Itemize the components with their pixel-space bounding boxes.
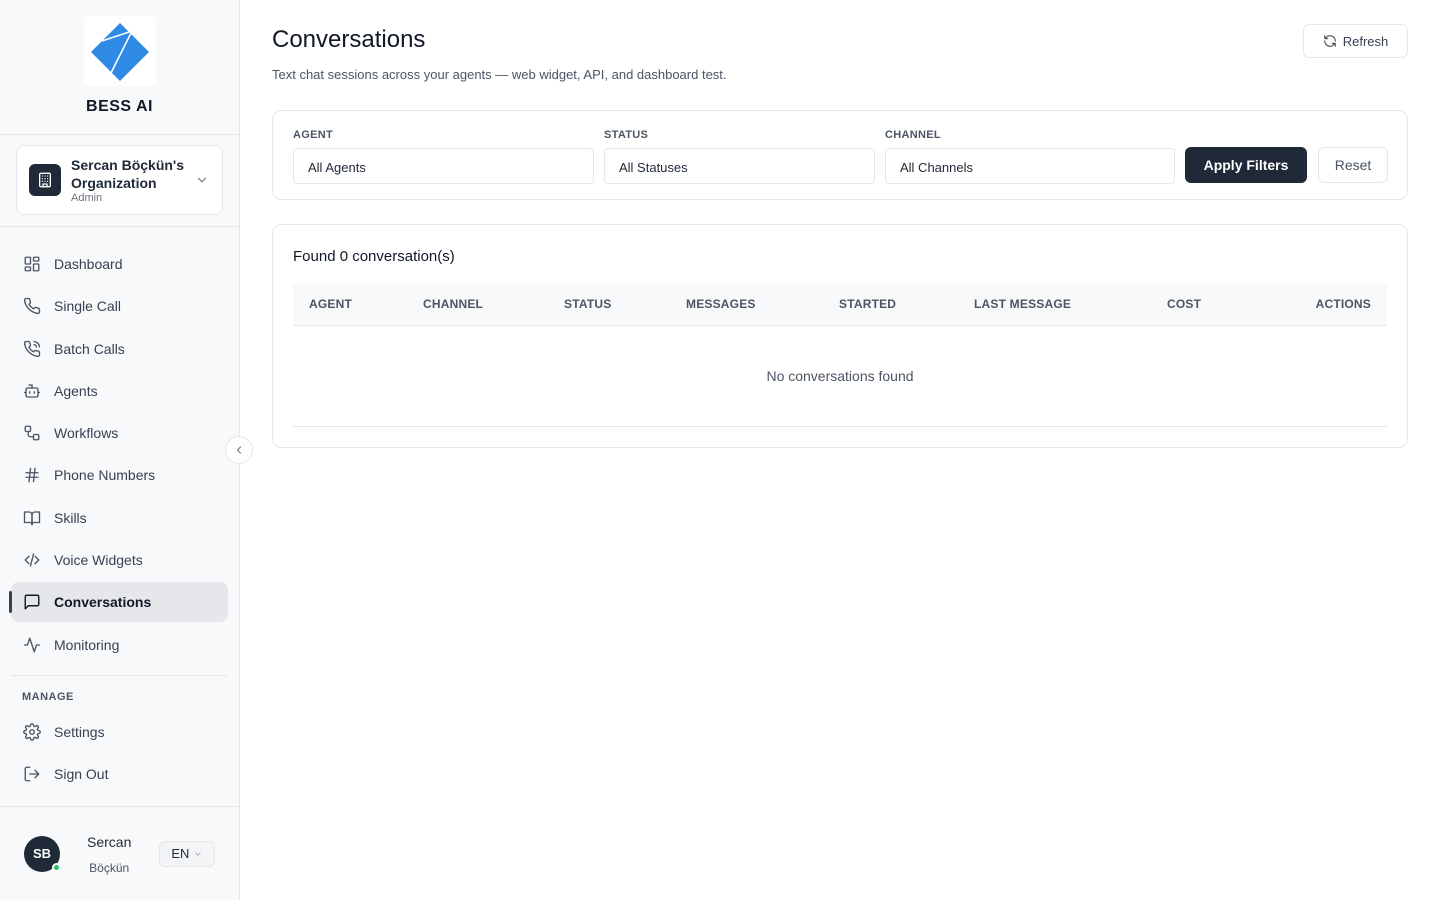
chevron-left-icon bbox=[236, 446, 242, 454]
nav-item-agents[interactable]: Agents bbox=[11, 371, 228, 411]
column-header-messages[interactable]: MESSAGES bbox=[686, 297, 756, 311]
org-switcher[interactable]: Sercan Böçkün's Organization Admin bbox=[16, 145, 223, 215]
column-header-status[interactable]: STATUS bbox=[564, 297, 611, 311]
nav-item-settings[interactable]: Settings bbox=[11, 712, 228, 752]
page-title: Conversations bbox=[272, 26, 426, 53]
brand-name: BESS AI bbox=[86, 98, 153, 115]
nav-item-workflows[interactable]: Workflows bbox=[11, 413, 228, 453]
nav-item-dashboard[interactable]: Dashboard bbox=[11, 244, 228, 284]
org-name: Sercan Böçkün's Organization bbox=[71, 156, 185, 191]
online-status-dot bbox=[52, 862, 61, 872]
column-header-cost[interactable]: COST bbox=[1167, 297, 1201, 311]
column-header-channel[interactable]: CHANNEL bbox=[423, 297, 483, 311]
sidebar: BESS AI Sercan Böçkün's Organization Adm… bbox=[0, 0, 240, 900]
brand: BESS AI bbox=[0, 0, 239, 135]
agent-select[interactable]: All Agents bbox=[293, 148, 594, 184]
empty-state-message: No conversations found bbox=[766, 368, 914, 384]
manage-nav: Settings Sign Out bbox=[0, 712, 239, 794]
nav-label: Conversations bbox=[54, 594, 152, 611]
column-header-agent[interactable]: AGENT bbox=[309, 297, 352, 311]
column-header-last-message[interactable]: LAST MESSAGE bbox=[974, 297, 1071, 311]
status-filter: STATUS All Statuses bbox=[604, 129, 875, 184]
avatar-initials: SB bbox=[32, 846, 52, 861]
language-value: EN bbox=[171, 846, 190, 861]
nav-label: Sign Out bbox=[54, 765, 109, 782]
status-select[interactable]: All Statuses bbox=[604, 148, 875, 184]
channel-filter: CHANNEL All Channels bbox=[885, 129, 1175, 184]
table-header: AGENT CHANNEL STATUS MESSAGES STARTED LA… bbox=[293, 283, 1387, 326]
nav-item-phone-numbers[interactable]: Phone Numbers bbox=[11, 455, 228, 495]
channel-filter-label: CHANNEL bbox=[885, 129, 941, 141]
brand-logo[interactable] bbox=[83, 16, 156, 86]
agent-filter: AGENT All Agents bbox=[293, 129, 594, 184]
book-icon bbox=[22, 508, 42, 528]
nav-label: Agents bbox=[54, 382, 98, 399]
phone-icon bbox=[22, 296, 42, 316]
refresh-button[interactable]: Refresh bbox=[1303, 24, 1408, 58]
logout-icon bbox=[22, 764, 42, 784]
phone-ring-icon bbox=[22, 339, 42, 359]
nav-label: Dashboard bbox=[54, 256, 123, 272]
nav-item-batch-calls[interactable]: Batch Calls bbox=[11, 329, 228, 369]
gear-icon bbox=[22, 722, 42, 742]
org-role: Admin bbox=[71, 191, 103, 204]
language-selector[interactable]: EN bbox=[159, 840, 216, 867]
nav-item-sign-out[interactable]: Sign Out bbox=[11, 754, 228, 794]
user-profile: SB Sercan Böçkün EN bbox=[0, 806, 239, 900]
refresh-icon bbox=[1323, 35, 1336, 47]
building-icon bbox=[29, 164, 61, 196]
nav-label: Batch Calls bbox=[54, 340, 125, 357]
nav-label: Workflows bbox=[54, 425, 119, 442]
results-panel: Found 0 conversation(s) AGENT CHANNEL ST… bbox=[272, 224, 1408, 448]
nav-label: Monitoring bbox=[54, 636, 120, 653]
reset-filters-button[interactable]: Reset bbox=[1318, 147, 1388, 183]
nav-item-voice-widgets[interactable]: Voice Widgets bbox=[11, 540, 228, 580]
manage-section-label: MANAGE bbox=[22, 690, 74, 703]
apply-filters-button[interactable]: Apply Filters bbox=[1185, 147, 1307, 183]
agent-filter-label: AGENT bbox=[293, 129, 333, 141]
grid-icon bbox=[22, 254, 42, 274]
page-subtitle: Text chat sessions across your agents — … bbox=[272, 67, 727, 82]
user-first-name: Sercan bbox=[87, 833, 132, 850]
channel-select[interactable]: All Channels bbox=[885, 148, 1175, 184]
diamond-logo-icon bbox=[90, 23, 149, 81]
chevron-down-icon bbox=[195, 851, 202, 856]
results-count: Found 0 conversation(s) bbox=[293, 248, 455, 265]
bot-icon bbox=[22, 381, 42, 401]
collapse-sidebar-button[interactable] bbox=[225, 436, 253, 464]
chevron-down-icon bbox=[194, 172, 210, 188]
workflow-icon bbox=[22, 423, 42, 443]
nav-item-conversations[interactable]: Conversations bbox=[9, 582, 228, 623]
avatar[interactable]: SB bbox=[24, 835, 61, 872]
refresh-label: Refresh bbox=[1342, 33, 1389, 49]
table-bottom-border bbox=[293, 426, 1387, 427]
nav-label: Skills bbox=[54, 509, 87, 526]
user-last-name: Böçkün bbox=[89, 860, 130, 875]
activity-icon bbox=[22, 635, 42, 655]
column-header-started[interactable]: STARTED bbox=[839, 297, 896, 311]
code-icon bbox=[22, 550, 42, 570]
column-header-actions: ACTIONS bbox=[1315, 297, 1371, 311]
main-nav: Dashboard Single Call Batch Calls Agents… bbox=[0, 227, 239, 665]
nav-label: Single Call bbox=[54, 298, 121, 315]
filters-panel: AGENT All Agents STATUS All Statuses CHA… bbox=[272, 110, 1408, 200]
hash-icon bbox=[22, 465, 42, 485]
status-filter-label: STATUS bbox=[604, 129, 649, 141]
nav-item-single-call[interactable]: Single Call bbox=[11, 286, 228, 326]
nav-label: Phone Numbers bbox=[54, 467, 156, 484]
nav-item-skills[interactable]: Skills bbox=[11, 498, 228, 538]
message-icon bbox=[22, 592, 42, 612]
nav-label: Voice Widgets bbox=[54, 552, 143, 569]
nav-item-monitoring[interactable]: Monitoring bbox=[11, 625, 228, 665]
nav-label: Settings bbox=[54, 723, 105, 740]
